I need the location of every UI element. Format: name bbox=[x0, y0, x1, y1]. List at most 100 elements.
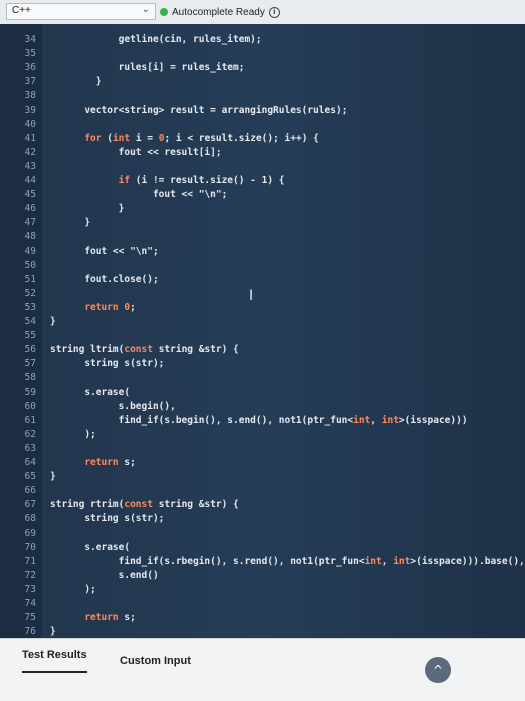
code-token: string rtrim( bbox=[50, 499, 125, 511]
code-text: string s(str); bbox=[84, 513, 164, 524]
tab-test-results[interactable]: Test Results bbox=[22, 649, 87, 673]
code-line: 69 bbox=[0, 528, 525, 542]
line-number: 46 bbox=[24, 203, 36, 215]
line-number: 44 bbox=[24, 175, 36, 186]
tab-custom-input[interactable]: Custom Input bbox=[120, 655, 191, 675]
code-line: 53 return 0; bbox=[0, 302, 525, 316]
line-number: 55 bbox=[24, 330, 36, 342]
line-number: 51 bbox=[24, 273, 36, 285]
code-line: 49 fout << "\n"; bbox=[0, 246, 525, 260]
code-token: } bbox=[118, 203, 125, 215]
line-number: 69 bbox=[24, 527, 36, 539]
code-text: return s; bbox=[84, 457, 136, 468]
line-number: 63 bbox=[24, 442, 36, 454]
code-token: (i != result.size() - 1) { bbox=[135, 175, 285, 186]
line-number: 35 bbox=[24, 48, 36, 60]
code-line: 60 s.begin(), bbox=[0, 401, 525, 415]
code-line: 38 bbox=[0, 90, 525, 104]
code-text: } bbox=[96, 76, 102, 87]
line-number: 62 bbox=[24, 428, 36, 440]
editor-toolbar: C++ ⌄ Autocomplete Ready i bbox=[0, 0, 525, 25]
code-text: fout.close(); bbox=[84, 274, 158, 285]
code-text: fout << result[i]; bbox=[119, 147, 222, 158]
code-line: 62); bbox=[0, 429, 525, 443]
expand-panel-button[interactable]: ^ bbox=[425, 657, 451, 683]
info-icon[interactable]: i bbox=[268, 6, 280, 18]
code-token: i = bbox=[135, 132, 159, 144]
code-token: ); bbox=[84, 583, 96, 595]
line-number: 39 bbox=[24, 104, 36, 116]
code-line: 73); bbox=[0, 584, 525, 598]
code-text: } bbox=[119, 203, 125, 214]
line-number: 40 bbox=[24, 118, 36, 130]
code-token: s; bbox=[124, 457, 136, 468]
code-line: 56 string ltrim(const string &str) { bbox=[0, 344, 525, 358]
line-number: 71 bbox=[24, 555, 36, 567]
code-token: ; i < result.size(); i++) { bbox=[164, 132, 319, 144]
code-token: getline(cin, rules_item); bbox=[118, 34, 262, 45]
code-keyword: return bbox=[84, 457, 125, 468]
line-number: 53 bbox=[24, 301, 36, 313]
status-dot-icon bbox=[160, 8, 168, 16]
code-line: 65} bbox=[0, 471, 525, 485]
code-token: >(isspace))) bbox=[398, 414, 468, 426]
line-number: 56 bbox=[24, 344, 36, 356]
code-keyword: if bbox=[118, 175, 136, 186]
code-line: 72 s.end() bbox=[0, 570, 525, 584]
code-token: s; bbox=[124, 612, 136, 624]
code-text: for (int i = 0; i < result.size(); i++) … bbox=[84, 133, 319, 144]
code-keyword: int bbox=[364, 555, 382, 567]
code-line: 35 bbox=[0, 48, 525, 62]
code-token: s.end() bbox=[118, 569, 159, 581]
code-line: 59 s.erase( bbox=[0, 387, 525, 401]
code-token: find_if(s.rbegin(), s.rend(), not1(ptr_f… bbox=[118, 555, 365, 567]
code-token: >(isspace))).base(), bbox=[410, 555, 525, 567]
code-token: } bbox=[95, 76, 102, 88]
code-line: 57 string s(str); bbox=[0, 358, 525, 372]
line-number: 70 bbox=[24, 541, 36, 553]
chevron-down-icon: ⌄ bbox=[141, 4, 150, 15]
code-token: s.erase( bbox=[84, 386, 131, 398]
code-line: 67 string rtrim(const string &str) { bbox=[0, 499, 525, 513]
line-number: 36 bbox=[24, 62, 36, 74]
code-line: 36 rules[i] = rules_item; bbox=[0, 62, 525, 76]
code-line: 42 fout << result[i]; bbox=[0, 147, 525, 161]
line-number: 48 bbox=[24, 231, 36, 243]
language-label: C++ bbox=[12, 5, 31, 16]
code-line: 47} bbox=[0, 217, 525, 231]
code-token: , bbox=[370, 414, 382, 426]
code-keyword: return bbox=[84, 301, 125, 313]
code-line: 44 if (i != result.size() - 1) { bbox=[0, 175, 525, 189]
line-number: 52 bbox=[24, 287, 36, 299]
code-editor[interactable]: I 34 getline(cin, rules_item); 35 36 rules[i… bbox=[0, 24, 525, 651]
line-number: 74 bbox=[24, 598, 36, 609]
code-line: 61 find_if(s.begin(), s.end(), not1(ptr_f… bbox=[0, 415, 525, 429]
code-text: find_if(s.rbegin(), s.rend(), not1(ptr_f… bbox=[119, 556, 525, 567]
line-number: 64 bbox=[24, 457, 36, 468]
code-line: 71 find_if(s.rbegin(), s.rend(), not1(ptr… bbox=[0, 556, 525, 570]
code-text: s.begin(), bbox=[119, 401, 176, 412]
code-text: if (i != result.size() - 1) { bbox=[119, 175, 285, 186]
line-number: 61 bbox=[24, 414, 36, 426]
code-text: getline(cin, rules_item); bbox=[119, 34, 262, 45]
code-keyword: const bbox=[124, 344, 159, 356]
code-token: ; bbox=[130, 301, 136, 313]
language-select[interactable]: C++ ⌄ bbox=[6, 3, 156, 20]
code-text: } bbox=[84, 217, 90, 228]
line-number: 75 bbox=[24, 612, 36, 624]
code-text: find_if(s.begin(), s.end(), not1(ptr_fun… bbox=[119, 415, 468, 426]
line-number: 50 bbox=[24, 259, 36, 271]
code-token: rules[i] = rules_item; bbox=[118, 62, 245, 74]
code-text: return 0; bbox=[84, 302, 136, 313]
code-text: } bbox=[50, 471, 56, 482]
code-text: fout << "\n"; bbox=[84, 246, 158, 257]
line-number: 43 bbox=[24, 160, 36, 172]
code-token: string s(str); bbox=[84, 358, 165, 370]
code-line: 54} bbox=[0, 316, 525, 330]
code-line: 34 getline(cin, rules_item); bbox=[0, 34, 525, 48]
code-text: fout << "\n"; bbox=[153, 189, 227, 200]
code-keyword: for bbox=[84, 132, 108, 144]
code-text: ); bbox=[84, 429, 95, 440]
line-number: 37 bbox=[24, 76, 36, 88]
line-number: 65 bbox=[24, 471, 36, 483]
